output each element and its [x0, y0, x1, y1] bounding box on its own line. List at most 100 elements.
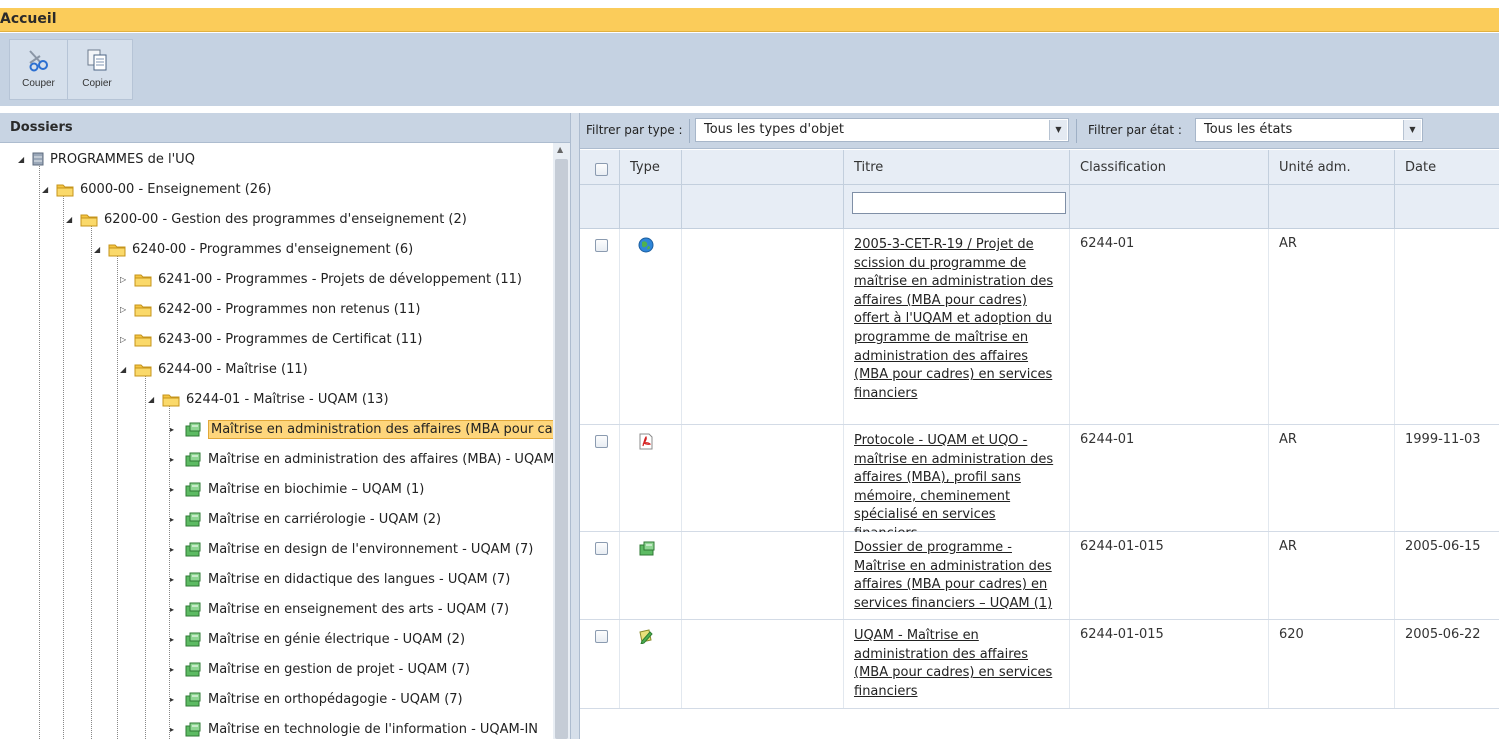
column-header-classification[interactable]: Classification	[1070, 150, 1269, 185]
tree-node-gestion-projet[interactable]: ▸ Maîtrise en gestion de projet - UQAM (…	[170, 657, 470, 681]
document-title-link[interactable]: Dossier de programme - Maîtrise en admin…	[854, 539, 1059, 613]
document-title-link[interactable]: 2005-3-CET-R-19 / Projet de scission du …	[854, 236, 1059, 403]
type-cell	[620, 620, 682, 708]
tree-node-genie[interactable]: ▸ Maîtrise en génie électrique - UQAM (2…	[170, 627, 465, 651]
collapsed-arrow-icon[interactable]: ▸	[170, 695, 180, 704]
date-cell: 2005-06-22	[1405, 627, 1481, 642]
tree-node-6000[interactable]: ◢ 6000-00 - Enseignement (26)	[42, 177, 271, 201]
row-checkbox[interactable]	[595, 630, 608, 643]
document-title-link[interactable]: Protocole - UQAM et UQO - maîtrise en ad…	[854, 432, 1059, 544]
document-title-link[interactable]: UQAM - Maîtrise en administration des af…	[854, 627, 1059, 701]
tree-node-label: 6244-00 - Maîtrise (11)	[158, 361, 308, 377]
tree-node-6244[interactable]: ◢ 6244-00 - Maîtrise (11)	[120, 357, 308, 381]
tree-node-biochimie[interactable]: ▸ Maîtrise en biochimie – UQAM (1)	[170, 477, 424, 501]
classification-cell: 6244-01	[1070, 425, 1269, 531]
expanded-arrow-icon[interactable]: ◢	[148, 395, 158, 404]
state-filter-select[interactable]: Tous les états ▼	[1195, 118, 1423, 142]
tree-node-mba-cadres[interactable]: ▸ Maîtrise en administration des affaire…	[170, 417, 553, 441]
scrollbar-thumb[interactable]	[555, 159, 568, 739]
column-header-type[interactable]: Type	[620, 150, 682, 185]
tree-node-6244-01[interactable]: ◢ 6244-01 - Maîtrise - UQAM (13)	[148, 387, 389, 411]
collapsed-arrow-icon[interactable]: ▸	[170, 455, 180, 464]
tree-node-label: Maîtrise en design de l'environnement - …	[208, 541, 534, 557]
edit-document-icon	[639, 629, 653, 644]
collapsed-arrow-icon[interactable]: ▸	[170, 485, 180, 494]
database-icon	[32, 152, 44, 166]
chevron-down-icon[interactable]: ▼	[1049, 120, 1067, 140]
green-folder-icon	[185, 512, 201, 527]
collapsed-arrow-icon[interactable]: ▸	[170, 635, 180, 644]
green-folder-icon	[185, 482, 201, 497]
collapsed-arrow-icon[interactable]: ▸	[170, 605, 180, 614]
collapsed-arrow-icon[interactable]: ▷	[120, 305, 130, 314]
unit-cell: AR	[1269, 532, 1395, 619]
tree-node-technologie[interactable]: ▸ Maîtrise en technologie de l'informati…	[170, 717, 538, 739]
select-all-checkbox[interactable]	[595, 163, 608, 176]
collapsed-arrow-icon[interactable]: ▸	[170, 425, 180, 434]
title-filter-input[interactable]	[852, 192, 1066, 214]
grid-filter-row	[580, 185, 1499, 229]
chevron-down-icon[interactable]: ▼	[1403, 120, 1421, 140]
collapsed-arrow-icon[interactable]: ▸	[170, 665, 180, 674]
row-checkbox[interactable]	[595, 239, 608, 252]
title-cell: UQAM - Maîtrise en administration des af…	[844, 620, 1070, 708]
column-header-date[interactable]: Date	[1395, 150, 1499, 185]
collapsed-arrow-icon[interactable]: ▸	[170, 515, 180, 524]
tree-node-orthopedagogie[interactable]: ▸ Maîtrise en orthopédagogie - UQAM (7)	[170, 687, 463, 711]
tree-node-arts[interactable]: ▸ Maîtrise en enseignement des arts - UQ…	[170, 597, 509, 621]
tree-node-label: 6243-00 - Programmes de Certificat (11)	[158, 331, 423, 347]
row-checkbox[interactable]	[595, 542, 608, 555]
tree-node-label: Maîtrise en enseignement des arts - UQAM…	[208, 601, 510, 617]
folders-panel: Dossiers ◢ PROGRAMMES de l'UQ ◢ 6000-00 …	[0, 113, 570, 739]
row-checkbox[interactable]	[595, 435, 608, 448]
tree-scrollbar[interactable]: ▲	[553, 143, 570, 739]
table-row[interactable]: 2005-3-CET-R-19 / Projet de scission du …	[580, 229, 1499, 425]
tree-node-design[interactable]: ▸ Maîtrise en design de l'environnement …	[170, 537, 533, 561]
scroll-up-icon[interactable]: ▲	[557, 145, 563, 154]
tree-node-6241[interactable]: ▷ 6241-00 - Programmes - Projets de déve…	[120, 267, 522, 291]
expanded-arrow-icon[interactable]: ◢	[66, 215, 76, 224]
column-header-unit[interactable]: Unité adm.	[1269, 150, 1395, 185]
clipboard-group: Couper Copier	[9, 39, 133, 100]
tree-node-6242[interactable]: ▷ 6242-00 - Programmes non retenus (11)	[120, 297, 420, 321]
tree-node-label: Maîtrise en génie électrique - UQAM (2)	[208, 631, 466, 647]
state-filter-value: Tous les états	[1204, 122, 1293, 137]
green-folder-icon	[185, 692, 201, 707]
copy-label: Copier	[82, 78, 112, 89]
tree-node-didactique[interactable]: ▸ Maîtrise en didactique des langues - U…	[170, 567, 510, 591]
collapsed-arrow-icon[interactable]: ▷	[120, 335, 130, 344]
type-filter-select[interactable]: Tous les types d'objet ▼	[695, 118, 1069, 142]
collapsed-arrow-icon[interactable]: ▸	[170, 545, 180, 554]
expanded-arrow-icon[interactable]: ◢	[94, 245, 104, 254]
green-folder-icon	[185, 422, 201, 437]
tree-node-root[interactable]: ◢ PROGRAMMES de l'UQ	[18, 147, 195, 171]
tree-node-label: 6200-00 - Gestion des programmes d'ensei…	[104, 211, 467, 227]
type-cell	[620, 532, 682, 619]
folders-header-label: Dossiers	[10, 120, 73, 135]
cut-button[interactable]: Couper	[10, 40, 68, 99]
date-cell: 2005-06-15	[1405, 539, 1481, 554]
tree-node-mba[interactable]: ▸ Maîtrise en administration des affaire…	[170, 447, 553, 471]
column-header-title[interactable]: Titre	[844, 150, 1070, 185]
green-folder-icon	[185, 662, 201, 677]
cut-label: Couper	[22, 78, 55, 89]
filter-divider	[689, 119, 690, 143]
copy-icon	[87, 49, 107, 71]
collapsed-arrow-icon[interactable]: ▸	[170, 725, 180, 734]
copy-button[interactable]: Copier	[68, 40, 126, 99]
tree-node-carrierologie[interactable]: ▸ Maîtrise en carriérologie - UQAM (2)	[170, 507, 441, 531]
table-row[interactable]: Protocole - UQAM et UQO - maîtrise en ad…	[580, 425, 1499, 541]
unit-cell: 620	[1269, 620, 1395, 708]
tree-node-6200[interactable]: ◢ 6200-00 - Gestion des programmes d'ens…	[66, 207, 467, 231]
collapsed-arrow-icon[interactable]: ▸	[170, 575, 180, 584]
tree-node-6243[interactable]: ▷ 6243-00 - Programmes de Certificat (11…	[120, 327, 422, 351]
table-row[interactable]: UQAM - Maîtrise en administration des af…	[580, 620, 1499, 709]
table-row[interactable]: Dossier de programme - Maîtrise en admin…	[580, 532, 1499, 620]
tree-node-label: 6244-01 - Maîtrise - UQAM (13)	[186, 391, 389, 407]
collapsed-arrow-icon[interactable]: ▷	[120, 275, 130, 284]
expanded-arrow-icon[interactable]: ◢	[18, 155, 28, 164]
panel-splitter[interactable]	[570, 113, 580, 739]
tree-node-6240[interactable]: ◢ 6240-00 - Programmes d'enseignement (6…	[94, 237, 413, 261]
expanded-arrow-icon[interactable]: ◢	[120, 365, 130, 374]
expanded-arrow-icon[interactable]: ◢	[42, 185, 52, 194]
